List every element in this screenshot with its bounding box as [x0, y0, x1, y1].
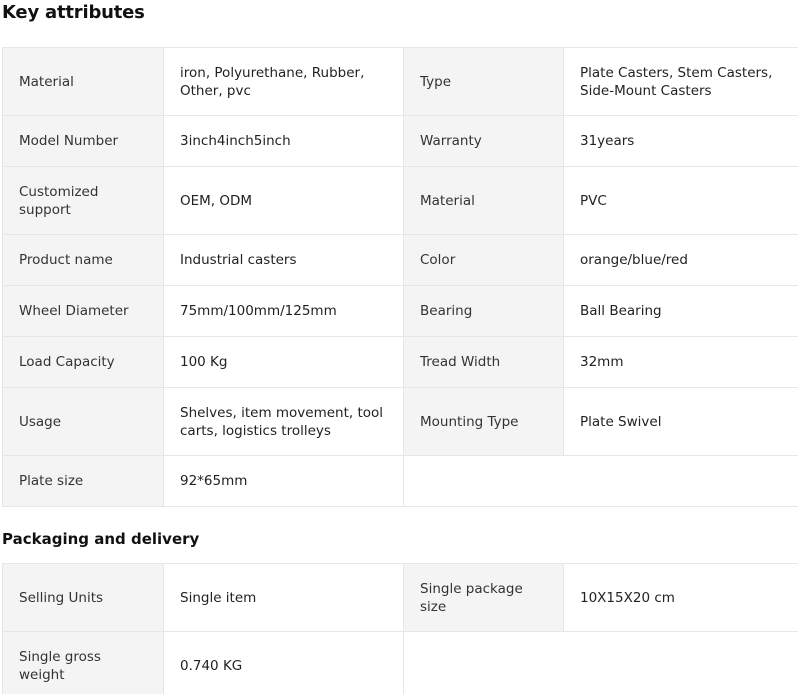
attribute-label-customized-support: Customized support	[2, 166, 164, 235]
attribute-label-color: Color	[403, 234, 564, 286]
attribute-label-selling-units: Selling Units	[2, 563, 164, 632]
empty-cell	[403, 631, 798, 694]
empty-cell	[403, 455, 798, 507]
attribute-label-single-package-size: Single package size	[403, 563, 564, 632]
attribute-label-tread-width: Tread Width	[403, 336, 564, 388]
attribute-row: Selling Units Single item Single package…	[2, 563, 798, 632]
attribute-label-wheel-diameter: Wheel Diameter	[2, 285, 164, 337]
attribute-value-product-name: Industrial casters	[163, 234, 404, 286]
attribute-value-usage: Shelves, item movement, tool carts, logi…	[163, 387, 404, 456]
attribute-row: Customized support OEM, ODM Material PVC	[2, 166, 798, 235]
attribute-value-bearing: Ball Bearing	[563, 285, 798, 337]
attribute-value-material: iron, Polyurethane, Rubber, Other, pvc	[163, 47, 404, 116]
attribute-value-tread-width: 32mm	[563, 336, 798, 388]
attribute-value-wheel-diameter: 75mm/100mm/125mm	[163, 285, 404, 337]
attribute-value-customized-support: OEM, ODM	[163, 166, 404, 235]
attribute-label-type: Type	[403, 47, 564, 116]
attribute-label-usage: Usage	[2, 387, 164, 456]
attribute-label-mounting-type: Mounting Type	[403, 387, 564, 456]
attribute-label-model-number: Model Number	[2, 115, 164, 167]
attribute-row: Product name Industrial casters Color or…	[2, 234, 798, 286]
attribute-value-load-capacity: 100 Kg	[163, 336, 404, 388]
attribute-row: Wheel Diameter 75mm/100mm/125mm Bearing …	[2, 285, 798, 337]
attribute-value-model-number: 3inch4inch5inch	[163, 115, 404, 167]
attribute-value-warranty: 31years	[563, 115, 798, 167]
attribute-row: Material iron, Polyurethane, Rubber, Oth…	[2, 47, 798, 116]
attribute-value-single-gross-weight: 0.740 KG	[163, 631, 404, 694]
attribute-value-mounting-type: Plate Swivel	[563, 387, 798, 456]
attribute-row: Load Capacity 100 Kg Tread Width 32mm	[2, 336, 798, 388]
attribute-label-product-name: Product name	[2, 234, 164, 286]
attribute-value-single-package-size: 10X15X20 cm	[563, 563, 798, 632]
attribute-value-selling-units: Single item	[163, 563, 404, 632]
key-attributes-heading: Key attributes	[2, 2, 145, 23]
attribute-value-material-2: PVC	[563, 166, 798, 235]
packaging-heading: Packaging and delivery	[2, 530, 200, 548]
attribute-label-warranty: Warranty	[403, 115, 564, 167]
attribute-value-color: orange/blue/red	[563, 234, 798, 286]
attribute-row: Usage Shelves, item movement, tool carts…	[2, 387, 798, 456]
attribute-label-material: Material	[2, 47, 164, 116]
attribute-row: Single gross weight 0.740 KG	[2, 631, 798, 694]
key-attributes-table: Material iron, Polyurethane, Rubber, Oth…	[2, 47, 798, 507]
attribute-label-plate-size: Plate size	[2, 455, 164, 507]
attribute-label-material-2: Material	[403, 166, 564, 235]
packaging-table: Selling Units Single item Single package…	[2, 563, 798, 694]
product-attributes-page: Key attributes Material iron, Polyuretha…	[0, 0, 798, 694]
attribute-label-single-gross-weight: Single gross weight	[2, 631, 164, 694]
attribute-label-load-capacity: Load Capacity	[2, 336, 164, 388]
attribute-row: Plate size 92*65mm	[2, 455, 798, 507]
attribute-row: Model Number 3inch4inch5inch Warranty 31…	[2, 115, 798, 167]
attribute-value-type: Plate Casters, Stem Casters, Side-Mount …	[563, 47, 798, 116]
attribute-label-bearing: Bearing	[403, 285, 564, 337]
attribute-value-plate-size: 92*65mm	[163, 455, 404, 507]
